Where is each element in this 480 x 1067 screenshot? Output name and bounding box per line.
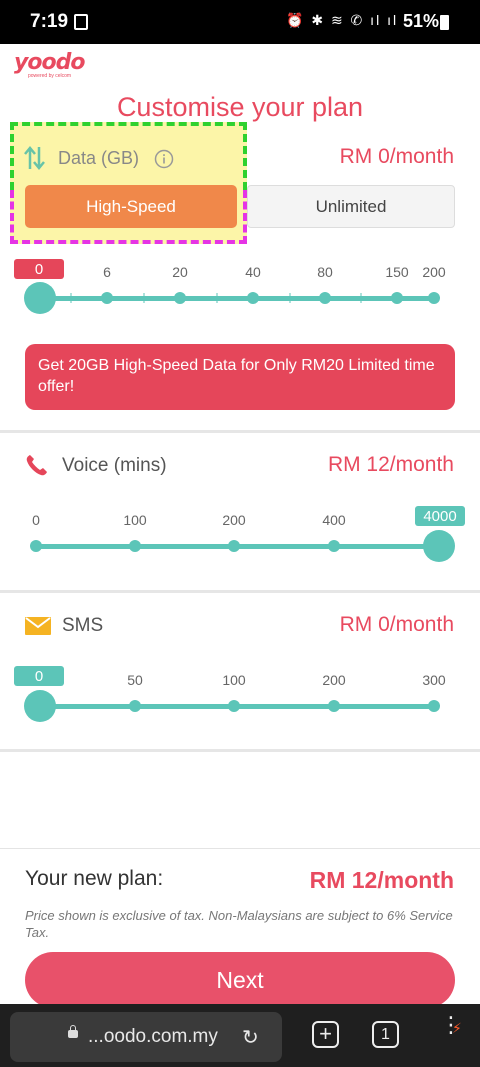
unlimited-button[interactable]: Unlimited bbox=[247, 185, 455, 228]
sms-label: SMS bbox=[62, 615, 104, 636]
highlight-border bbox=[243, 122, 247, 190]
slider-stop[interactable] bbox=[328, 700, 340, 712]
tick-label: 100 bbox=[222, 672, 246, 688]
high-speed-button[interactable]: High-Speed bbox=[25, 185, 237, 228]
section-divider bbox=[0, 590, 480, 593]
lightning-icon: ⚡ bbox=[452, 1020, 462, 1036]
tick-label: 20 bbox=[172, 264, 188, 280]
next-button[interactable]: Next bbox=[25, 952, 455, 1008]
tick-label: 80 bbox=[317, 264, 333, 280]
data-label: Data (GB) bbox=[58, 148, 140, 168]
slider-stop[interactable] bbox=[428, 292, 440, 304]
status-time: 7:19 bbox=[30, 11, 69, 32]
more-menu-button[interactable]: ⋮ ⚡ bbox=[440, 1014, 462, 1050]
tick-label: 200 bbox=[322, 672, 346, 688]
tab-switcher-button[interactable]: 1 bbox=[372, 1021, 399, 1048]
battery-icon bbox=[440, 15, 449, 30]
data-price: RM 0/month bbox=[339, 145, 454, 168]
browser-toolbar: ...oodo.com.my ↻ + 1 ⋮ ⚡ bbox=[0, 1004, 480, 1067]
section-divider bbox=[0, 430, 480, 433]
slider-stop[interactable] bbox=[228, 700, 240, 712]
highlight-border bbox=[10, 122, 247, 126]
tax-note: Price shown is exclusive of tax. Non-Mal… bbox=[25, 908, 453, 940]
slider-minor-tick bbox=[216, 293, 218, 303]
slider-stop[interactable] bbox=[228, 540, 240, 552]
voice-price: RM 12/month bbox=[327, 453, 454, 476]
logo-text: yoodo bbox=[14, 50, 85, 75]
info-icon[interactable] bbox=[154, 149, 174, 169]
slider-stop[interactable] bbox=[30, 540, 42, 552]
section-divider bbox=[0, 749, 480, 752]
slider-handle[interactable] bbox=[24, 690, 56, 722]
slider-stop[interactable] bbox=[101, 292, 113, 304]
data-type-toggle: High-Speed Unlimited bbox=[25, 185, 455, 228]
page-title: Customise your plan bbox=[116, 92, 364, 122]
voice-value-bubble: 4000 bbox=[415, 506, 465, 526]
slider-stop[interactable] bbox=[428, 700, 440, 712]
sms-price: RM 0/month bbox=[339, 613, 454, 636]
slider-stop[interactable] bbox=[174, 292, 186, 304]
tick-label: 200 bbox=[222, 512, 246, 528]
highlight-border bbox=[10, 190, 14, 244]
slider-minor-tick bbox=[289, 293, 291, 303]
footer-divider bbox=[0, 848, 480, 849]
tick-label: 0 bbox=[32, 512, 40, 528]
status-bar: 7:19 ⏰ ✱ ≋ ✆ ıl ıl 51% bbox=[0, 0, 480, 44]
slider-handle[interactable] bbox=[423, 530, 455, 562]
logo-subtext: powered by celcom bbox=[28, 73, 72, 79]
slider-handle[interactable] bbox=[24, 282, 56, 314]
tick-label: 6 bbox=[103, 264, 111, 280]
address-bar[interactable]: ...oodo.com.my ↻ bbox=[10, 1012, 282, 1062]
voice-label: Voice (mins) bbox=[62, 455, 167, 476]
tick-label: 40 bbox=[245, 264, 261, 280]
plan-summary-price: RM 12/month bbox=[309, 867, 454, 893]
battery-percent: 51% bbox=[403, 11, 440, 31]
brand-logo[interactable]: yoodo powered by celcom bbox=[14, 50, 85, 80]
slider-minor-tick bbox=[360, 293, 362, 303]
tick-label: 200 bbox=[422, 264, 446, 280]
envelope-icon bbox=[25, 617, 51, 635]
new-tab-button[interactable]: + bbox=[312, 1021, 339, 1048]
slider-stop[interactable] bbox=[247, 292, 259, 304]
slider-minor-tick bbox=[70, 293, 72, 303]
tick-label: 100 bbox=[123, 512, 147, 528]
tick-label: 300 bbox=[422, 672, 446, 688]
url-text: ...oodo.com.my bbox=[88, 1026, 218, 1047]
tick-label: 400 bbox=[322, 512, 346, 528]
tick-label: 150 bbox=[385, 264, 409, 280]
promo-banner[interactable]: Get 20GB High-Speed Data for Only RM20 L… bbox=[25, 344, 455, 410]
lock-icon bbox=[68, 1025, 78, 1038]
notification-icon bbox=[74, 14, 88, 30]
reload-icon[interactable]: ↻ bbox=[242, 1025, 259, 1050]
highlight-border bbox=[10, 122, 14, 190]
tick-label: 50 bbox=[127, 672, 143, 688]
plan-summary-label: Your new plan: bbox=[25, 867, 164, 890]
status-icons: ⏰ ✱ ≋ ✆ ıl ıl bbox=[286, 12, 399, 28]
data-value-bubble: 0 bbox=[14, 259, 64, 279]
slider-stop[interactable] bbox=[129, 700, 141, 712]
highlight-border bbox=[10, 240, 247, 244]
slider-stop[interactable] bbox=[319, 292, 331, 304]
data-slider-track[interactable] bbox=[40, 296, 435, 301]
phone-icon bbox=[26, 455, 47, 476]
data-transfer-icon bbox=[24, 146, 45, 170]
sms-value-bubble: 0 bbox=[14, 666, 64, 686]
slider-stop[interactable] bbox=[328, 540, 340, 552]
slider-minor-tick bbox=[143, 293, 145, 303]
slider-stop[interactable] bbox=[391, 292, 403, 304]
slider-stop[interactable] bbox=[129, 540, 141, 552]
